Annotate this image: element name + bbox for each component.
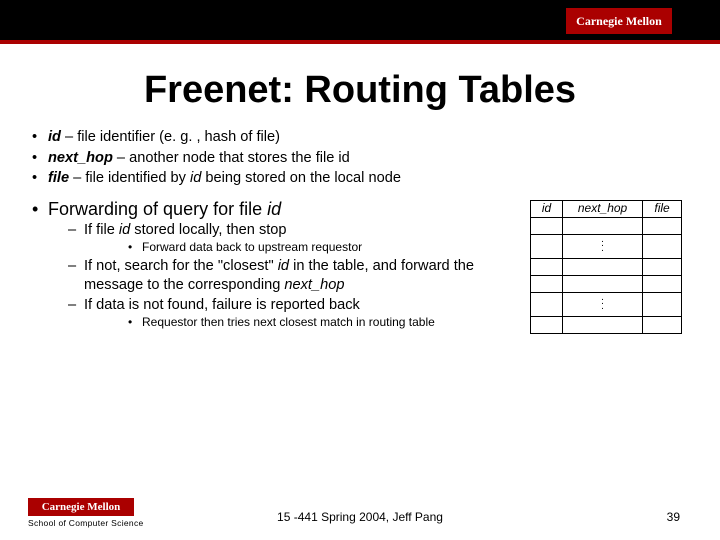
table-header-row: id next_hop file [531,201,682,218]
fwd-lead-pre: Forwarding of query for file [48,199,267,219]
def-file-id: id [190,170,201,186]
routing-table: id next_hop file ··· ··· [530,200,682,334]
def-file-post: being stored on the local node [201,170,401,186]
vdots-icon: ··· [563,293,643,317]
fwd-lead-id: id [267,199,281,219]
fwd-s2-nh: next_hop [284,277,344,293]
fwd-s1-id: id [119,222,130,238]
fwd-s2-id: id [278,258,289,274]
th-file: file [643,201,682,218]
slide-title: Freenet: Routing Tables [30,69,690,112]
def-file: file – file identified by id being store… [30,169,690,188]
def-nexthop: next_hop – another node that stores the … [30,149,690,168]
table-row [531,276,682,293]
header-logo-text: Carnegie Mellon [576,14,662,29]
fwd-s1-post: stored locally, then stop [130,222,286,238]
fwd-s1-pre: If file [84,222,119,238]
fwd-step3a: Requestor then tries next closest match … [84,315,522,330]
vdots-icon: ··· [563,235,643,259]
footer: Carnegie Mellon School of Computer Scien… [0,492,720,528]
slide-number: 39 [667,510,680,524]
def-id-text: – file identifier (e. g. , hash of file) [61,129,280,145]
def-file-pre: – file identified by [69,170,190,186]
table-row [531,259,682,276]
header-logo: Carnegie Mellon [566,8,672,34]
table-row: ··· [531,293,682,317]
fwd-lead: Forwarding of query for file id If file … [30,198,522,330]
definitions-list: id – file identifier (e. g. , hash of fi… [30,128,690,188]
fwd-step2: If not, search for the "closest" id in t… [48,257,522,294]
th-nexthop: next_hop [563,201,643,218]
table-row [531,317,682,334]
topbar: Carnegie Mellon [0,0,720,44]
forwarding-list: Forwarding of query for file id If file … [30,198,522,330]
footer-course: 15 -441 Spring 2004, Jeff Pang [0,510,720,524]
def-nexthop-text: – another node that stores the file id [113,150,350,166]
term-file: file [48,170,69,186]
table-row: ··· [531,235,682,259]
th-id: id [531,201,563,218]
term-id: id [48,129,61,145]
def-id: id – file identifier (e. g. , hash of fi… [30,128,690,147]
table-row [531,218,682,235]
fwd-step3: If data is not found, failure is reporte… [48,296,522,330]
fwd-s3-text: If data is not found, failure is reporte… [84,297,360,313]
slide-body: id – file identifier (e. g. , hash of fi… [0,128,720,334]
term-nexthop: next_hop [48,150,113,166]
fwd-s2-pre: If not, search for the "closest" [84,258,278,274]
fwd-step1: If file id stored locally, then stop For… [48,221,522,255]
fwd-step1a: Forward data back to upstream requestor [84,240,522,255]
